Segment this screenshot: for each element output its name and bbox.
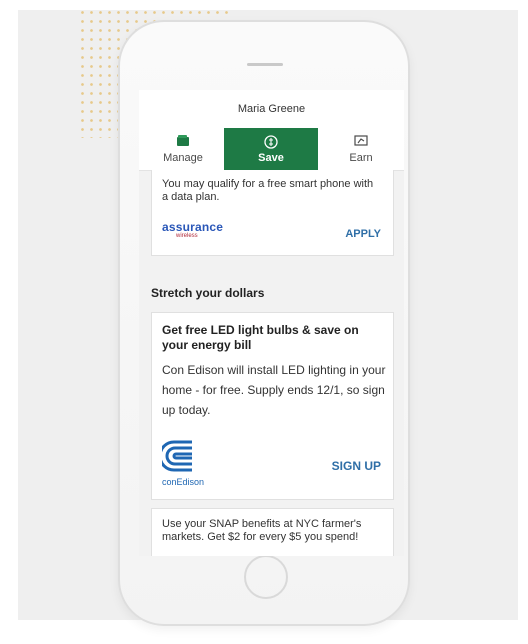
apply-button[interactable]: APPLY <box>345 228 381 240</box>
offer-description: You may qualify for a free smart phone w… <box>162 178 374 203</box>
home-button[interactable] <box>244 555 288 599</box>
speaker-slot <box>247 63 283 66</box>
conedison-logo-text: conEdison <box>162 477 205 487</box>
wallet-icon <box>139 134 227 150</box>
tab-manage[interactable]: Manage <box>139 128 227 170</box>
tab-manage-label: Manage <box>163 152 203 164</box>
offer-text: Use your SNAP benefits at NYC farmer's m… <box>162 518 362 543</box>
tab-save[interactable]: Save <box>224 128 318 170</box>
piggy-bank-icon <box>224 134 318 150</box>
tab-earn-label: Earn <box>349 152 373 164</box>
assurance-logo-text: assurance <box>162 220 224 234</box>
conedison-logo: conEdison <box>158 439 232 491</box>
offer-body: Con Edison will install LED lighting in … <box>162 363 386 417</box>
tab-earn[interactable]: Earn <box>318 128 404 170</box>
sign-up-button[interactable]: SIGN UP <box>332 459 381 473</box>
conedison-logo-mark <box>158 440 192 472</box>
assurance-logo: assurance wireless <box>162 220 242 244</box>
phone-screen: Maria Greene Manage Save Earn You may qu… <box>139 90 404 556</box>
user-name: Maria Greene <box>237 103 306 115</box>
assurance-offer-card: You may qualify for a free smart phone w… <box>151 170 394 256</box>
money-icon <box>318 134 404 150</box>
user-header: Maria Greene <box>139 90 404 128</box>
tab-save-label: Save <box>258 152 284 164</box>
offer-title: Get free LED light bulbs & save on your … <box>162 323 359 352</box>
led-offer-card: Get free LED light bulbs & save on your … <box>151 312 394 500</box>
section-title: Stretch your dollars <box>151 286 265 300</box>
tab-bar: Manage Save Earn <box>139 128 404 171</box>
snap-offer-card: Use your SNAP benefits at NYC farmer's m… <box>151 508 394 556</box>
